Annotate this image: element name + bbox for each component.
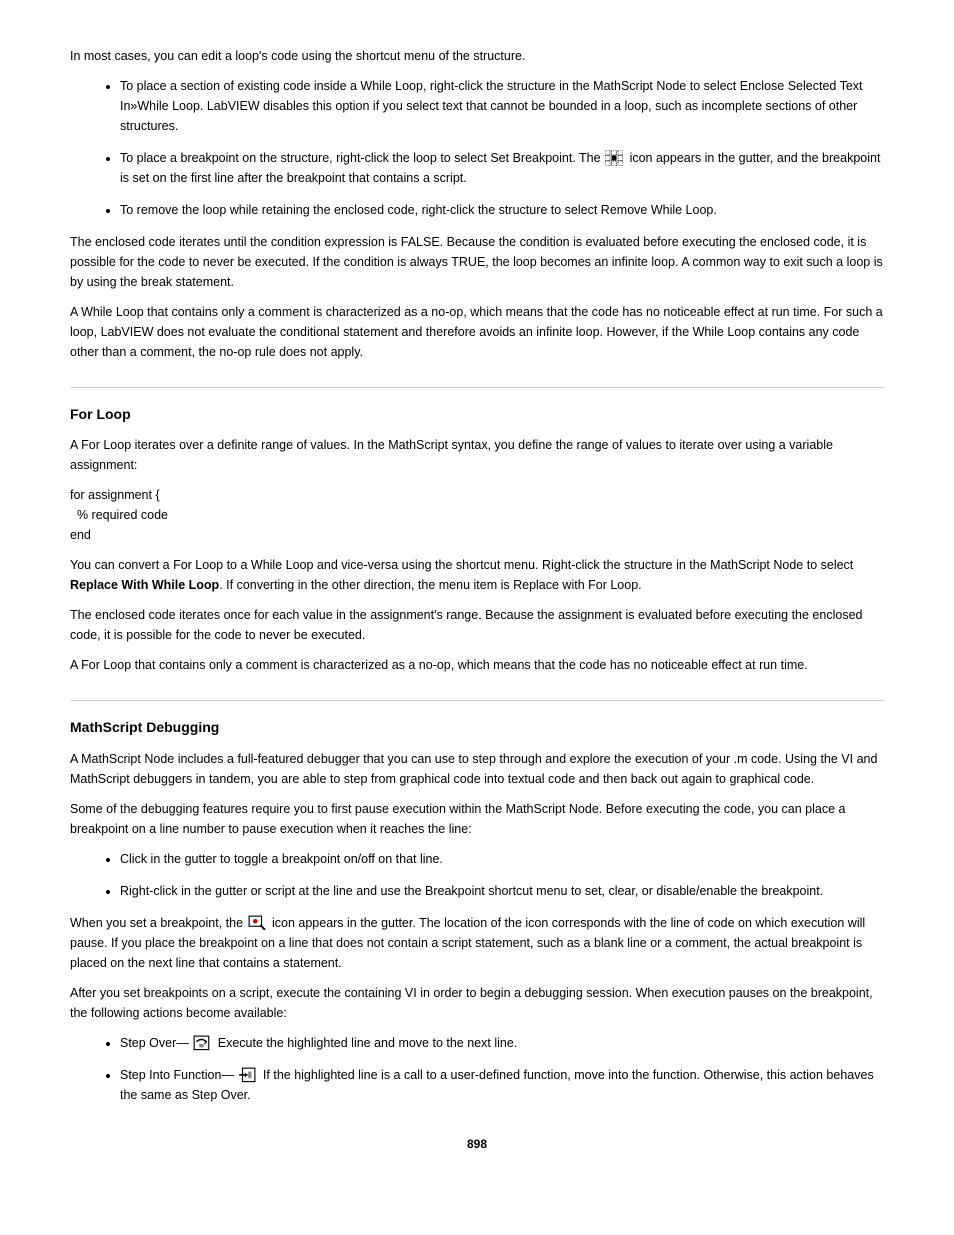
list-item: To remove the loop while retaining the e… (120, 200, 884, 220)
paragraph: A For Loop iterates over a definite rang… (70, 435, 884, 475)
step-over-icon (193, 1035, 211, 1050)
divider (70, 700, 884, 701)
for-loop-heading: For Loop (70, 403, 884, 425)
debug-heading: MathScript Debugging (70, 716, 884, 738)
paragraph: A While Loop that contains only a commen… (70, 302, 884, 362)
paragraph: The enclosed code iterates until the con… (70, 232, 884, 292)
list-item: Right-click in the gutter or script at t… (120, 881, 884, 901)
list-item: Step Over— Execute the highlighted line … (120, 1033, 884, 1053)
code-block: for assignment { % required code end (70, 485, 884, 545)
paragraph: A MathScript Node includes a full-featur… (70, 749, 884, 789)
list-item: Step Into Function— If the highlighted l… (120, 1065, 884, 1105)
breakpoint-grid-icon (605, 150, 623, 165)
text-fragment: Execute the highlighted line and move to… (218, 1036, 518, 1050)
paragraph: Some of the debugging features require y… (70, 799, 884, 839)
intro-text: In most cases, you can edit a loop's cod… (70, 46, 884, 66)
divider (70, 387, 884, 388)
paragraph: You can convert a For Loop to a While Lo… (70, 555, 884, 595)
step-into-icon (238, 1067, 256, 1082)
text-fragment: To place a breakpoint on the structure, … (120, 151, 604, 165)
debug-list-2: Step Over— Execute the highlighted line … (70, 1033, 884, 1105)
paragraph: After you set breakpoints on a script, e… (70, 983, 884, 1023)
text-fragment: If the highlighted line is a call to a u… (120, 1068, 874, 1102)
text-fragment: You can convert a For Loop to a While Lo… (70, 558, 853, 572)
list-item: Click in the gutter to toggle a breakpoi… (120, 849, 884, 869)
list-item: To place a breakpoint on the structure, … (120, 148, 884, 188)
breakpoint-set-icon (248, 915, 266, 930)
debug-list-1: Click in the gutter to toggle a breakpoi… (70, 849, 884, 901)
menu-label: Replace With While Loop (70, 578, 219, 592)
section1-list: To place a section of existing code insi… (70, 76, 884, 220)
paragraph: When you set a breakpoint, the icon appe… (70, 913, 884, 973)
page-number: 898 (70, 1135, 884, 1154)
text-fragment: . If converting in the other direction, … (219, 578, 641, 592)
text-fragment: When you set a breakpoint, the (70, 916, 247, 930)
text-fragment: Step Over— (120, 1036, 189, 1050)
paragraph: A For Loop that contains only a comment … (70, 655, 884, 675)
text-fragment: Step Into Function— (120, 1068, 234, 1082)
paragraph: The enclosed code iterates once for each… (70, 605, 884, 645)
list-item: To place a section of existing code insi… (120, 76, 884, 136)
